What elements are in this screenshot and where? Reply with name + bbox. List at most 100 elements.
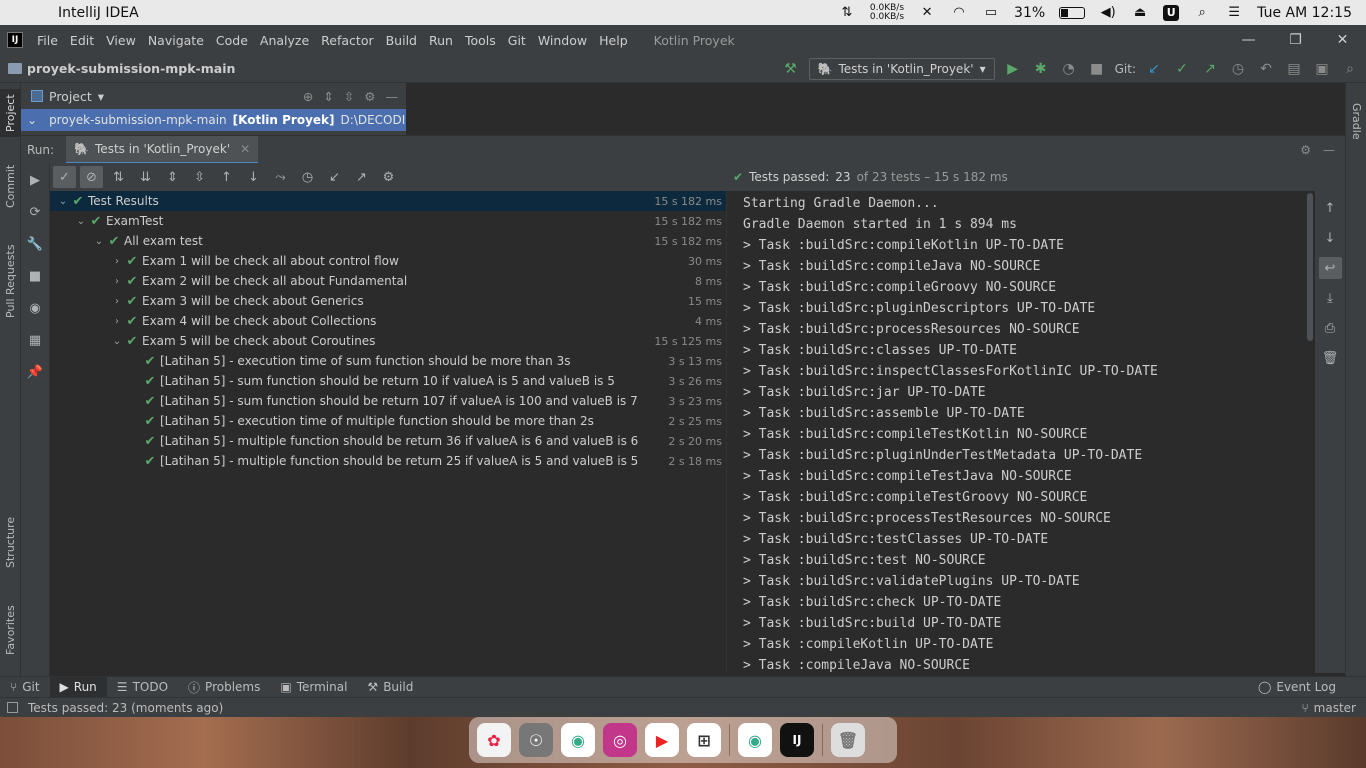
- history-icon[interactable]: ◷: [296, 166, 319, 188]
- tool-windows-toggle-icon[interactable]: [7, 702, 18, 713]
- test-tree-row[interactable]: ✔ [Latihan 5] - sum function should be re…: [50, 391, 726, 411]
- stop-icon[interactable]: ■: [24, 265, 47, 287]
- expand-all-icon[interactable]: ⇕: [161, 166, 184, 188]
- import-tests-icon[interactable]: ↙: [323, 166, 346, 188]
- test-tree-row[interactable]: ✔ [Latihan 5] - multiple function should …: [50, 431, 726, 451]
- tool-event-log[interactable]: ◯ Event Log: [1258, 680, 1366, 694]
- stop-icon[interactable]: ■: [1087, 59, 1107, 79]
- presentation-icon[interactable]: ▣: [1312, 59, 1332, 79]
- tool-tab-pull-requests[interactable]: Pull Requests: [0, 235, 21, 327]
- trash-icon[interactable]: 🗑: [1319, 347, 1342, 369]
- test-tree-row[interactable]: ✔ [Latihan 5] - sum function should be re…: [50, 371, 726, 391]
- search-everywhere-icon[interactable]: ⌕: [1340, 59, 1360, 79]
- bluetooth-off-icon[interactable]: ✕: [918, 5, 936, 20]
- show-passed-icon[interactable]: ✓: [53, 166, 76, 188]
- test-tree-row[interactable]: › ✔ Exam 1 will be check all about control…: [50, 251, 726, 271]
- trash-icon[interactable]: 🗑: [831, 723, 865, 757]
- menu-git[interactable]: Git: [502, 33, 532, 48]
- close-icon[interactable]: ✕: [1319, 25, 1366, 55]
- tool-tab-project[interactable]: Project: [0, 89, 21, 137]
- chrome-icon[interactable]: ◉: [561, 723, 595, 757]
- layout-icon[interactable]: ▦: [24, 329, 47, 351]
- test-tree-row[interactable]: ✔ [Latihan 5] - execution time of sum fun…: [50, 351, 726, 371]
- expand-all-icon[interactable]: ⇕: [323, 89, 333, 104]
- arrow-up-icon[interactable]: ↑: [1319, 197, 1342, 219]
- menu-view[interactable]: View: [100, 33, 142, 48]
- tool-git[interactable]: ⑂ Git: [0, 677, 50, 698]
- console-output[interactable]: Starting Gradle Daemon... Gradle Daemon s…: [733, 191, 1305, 673]
- menu-run[interactable]: Run: [423, 33, 459, 48]
- build-hammer-icon[interactable]: ⚒: [781, 59, 801, 79]
- test-tree-row[interactable]: › ✔ Exam 2 will be check all about Fundame…: [50, 271, 726, 291]
- windows-icon[interactable]: ⊞: [687, 723, 721, 757]
- soft-wrap-icon[interactable]: ↩: [1318, 257, 1342, 279]
- run-icon[interactable]: ▶: [1003, 59, 1023, 79]
- tool-problems[interactable]: ⓘ Problems: [178, 677, 270, 698]
- wrench-icon[interactable]: 🔧: [24, 233, 47, 255]
- breadcrumb-project[interactable]: proyek-submission-mpk-main: [27, 61, 235, 76]
- youtube-icon[interactable]: ▶: [645, 723, 679, 757]
- chevron-right-icon[interactable]: ›: [110, 276, 124, 287]
- git-rollback-icon[interactable]: ↶: [1256, 59, 1276, 79]
- tool-build[interactable]: ⚒ Build: [357, 677, 423, 698]
- test-tree-row[interactable]: › ✔ Exam 4 will be check about Collections…: [50, 311, 726, 331]
- chevron-down-icon[interactable]: ▾: [98, 89, 104, 104]
- hide-icon[interactable]: —: [1323, 143, 1335, 157]
- collapse-all-icon[interactable]: ⇳: [188, 166, 211, 188]
- test-tree-row[interactable]: › ✔ Exam 3 will be check about Generics 15 …: [50, 291, 726, 311]
- tool-tab-structure[interactable]: Structure: [0, 507, 21, 577]
- run-tab[interactable]: 🐘 Tests in 'Kotlin_Proyek' ✕: [66, 135, 259, 164]
- close-tab-icon[interactable]: ✕: [240, 142, 250, 156]
- gear-icon[interactable]: ⚙: [377, 166, 400, 188]
- locate-icon[interactable]: ⊕: [303, 89, 313, 104]
- intellij-icon[interactable]: IJ: [780, 723, 814, 757]
- git-update-icon[interactable]: ↙: [1144, 59, 1164, 79]
- ubersicht-icon[interactable]: U: [1163, 4, 1180, 21]
- instagram-icon[interactable]: ◎: [603, 723, 637, 757]
- battery-icon[interactable]: [1059, 6, 1086, 19]
- display-icon[interactable]: ▭: [982, 5, 1000, 20]
- show-ignored-icon[interactable]: ⊘: [80, 166, 103, 188]
- test-tree-row[interactable]: ⌄ ✔ Exam 5 will be check about Coroutines 1…: [50, 331, 726, 351]
- previous-failed-icon[interactable]: ↑: [215, 166, 238, 188]
- coverage-icon[interactable]: ◔: [1059, 59, 1079, 79]
- test-history-icon[interactable]: ⤳: [269, 166, 292, 188]
- test-tree-row[interactable]: ✔ [Latihan 5] - execution time of multipl…: [50, 411, 726, 431]
- breadcrumb[interactable]: proyek-submission-mpk-main: [8, 61, 235, 76]
- test-tree-row[interactable]: ✔ [Latihan 5] - multiple function should …: [50, 451, 726, 471]
- scroll-to-end-icon[interactable]: ⤓: [1319, 287, 1342, 309]
- mail-robot-icon[interactable]: ☉: [519, 723, 553, 757]
- menu-edit[interactable]: Edit: [64, 33, 100, 48]
- status-message[interactable]: Tests passed: 23 (moments ago): [28, 701, 223, 715]
- menu-build[interactable]: Build: [380, 33, 423, 48]
- hide-icon[interactable]: —: [386, 89, 399, 104]
- sort-alpha-icon[interactable]: ⇅: [107, 166, 130, 188]
- rerun-icon[interactable]: ▶: [24, 169, 47, 191]
- git-commit-icon[interactable]: ✓: [1172, 59, 1192, 79]
- tool-run[interactable]: ▶ Run: [49, 676, 107, 698]
- git-push-icon[interactable]: ↗: [1200, 59, 1220, 79]
- volume-icon[interactable]: ◀): [1099, 5, 1117, 20]
- tool-tab-favorites[interactable]: Favorites: [0, 595, 21, 665]
- menu-help[interactable]: Help: [593, 33, 634, 48]
- tool-terminal[interactable]: ▣ Terminal: [270, 677, 357, 698]
- chrome-icon[interactable]: ◉: [738, 723, 772, 757]
- photos-icon[interactable]: ✿: [477, 723, 511, 757]
- test-tree-row[interactable]: ⌄ ✔ ExamTest 15 s 182 ms: [50, 211, 726, 231]
- chevron-down-icon[interactable]: ⌄: [92, 236, 106, 247]
- menu-window[interactable]: Window: [532, 33, 593, 48]
- project-panel-title[interactable]: Project: [49, 89, 92, 104]
- chevron-down-icon[interactable]: ⌄: [110, 336, 124, 347]
- scroll-thumb[interactable]: [1307, 193, 1313, 341]
- chevron-down-icon[interactable]: ⌄: [27, 113, 37, 127]
- chevron-down-icon[interactable]: ⌄: [74, 216, 88, 227]
- eject-icon[interactable]: ⏏: [1131, 5, 1149, 20]
- control-center-icon[interactable]: ☰: [1225, 5, 1243, 20]
- project-structure-icon[interactable]: ▤: [1284, 59, 1304, 79]
- git-history-icon[interactable]: ◷: [1228, 59, 1248, 79]
- gear-icon[interactable]: ⚙: [1300, 143, 1311, 157]
- chevron-right-icon[interactable]: ›: [110, 316, 124, 327]
- sort-duration-icon[interactable]: ⇊: [134, 166, 157, 188]
- minimize-icon[interactable]: —: [1225, 25, 1272, 55]
- console-scrollbar[interactable]: [1305, 191, 1315, 673]
